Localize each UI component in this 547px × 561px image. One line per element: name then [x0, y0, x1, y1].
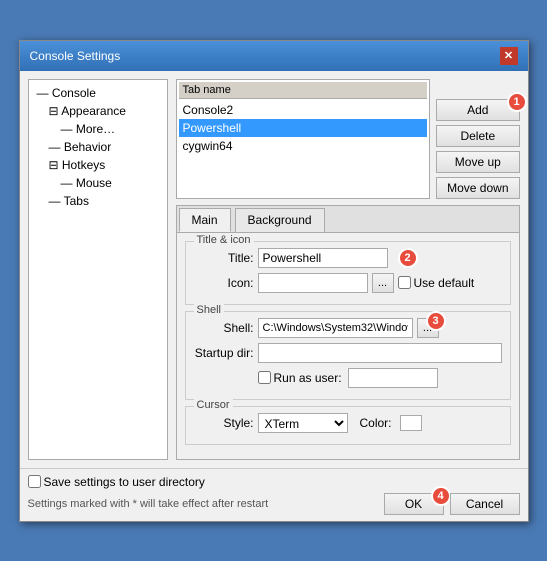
- title-input[interactable]: [258, 248, 388, 268]
- cursor-style-row: Style: XTerm Block Underline Color:: [194, 413, 502, 433]
- title-icon-label: Title & icon: [194, 234, 254, 246]
- right-panel: Tab name Console2 Powershell cygwin64 Ad…: [176, 79, 520, 460]
- tab-main-content: Title & icon Title: 2 Icon: ...: [177, 233, 519, 459]
- tree-item-mouse[interactable]: — Mouse: [33, 174, 163, 192]
- startup-input[interactable]: [258, 343, 502, 363]
- tab-background[interactable]: Background: [235, 208, 325, 232]
- settings-tabs-panel: Main Background Title & icon Title: 2 Ic…: [176, 205, 520, 460]
- color-label: Color:: [360, 416, 392, 430]
- add-tab-button[interactable]: Add 1: [436, 99, 519, 121]
- run-as-label: Run as user:: [258, 371, 342, 385]
- title-bar: Console Settings ✕: [20, 41, 528, 71]
- move-up-button[interactable]: Move up: [436, 151, 519, 173]
- tab-name-header: Tab name: [179, 82, 428, 99]
- tab-main[interactable]: Main: [179, 208, 231, 232]
- tab-name-box: Tab name Console2 Powershell cygwin64: [176, 79, 431, 199]
- tree-item-more[interactable]: — More…: [33, 120, 163, 138]
- save-settings-label: Save settings to user directory: [28, 475, 205, 489]
- footer-bottom: Settings marked with * will take effect …: [28, 493, 520, 515]
- tab-name-item-cygwin64[interactable]: cygwin64: [179, 137, 428, 155]
- icon-browse-button[interactable]: ...: [372, 273, 394, 293]
- cursor-color-box[interactable]: [400, 415, 422, 431]
- tree-item-tabs[interactable]: — Tabs: [33, 192, 163, 210]
- cursor-style-label: Style:: [194, 416, 254, 430]
- tab-name-item-console2[interactable]: Console2: [179, 101, 428, 119]
- tree-item-console[interactable]: — Console: [33, 84, 163, 102]
- cursor-style-select[interactable]: XTerm Block Underline: [258, 413, 348, 433]
- run-as-checkbox[interactable]: [258, 371, 271, 384]
- ok-badge: 4: [431, 486, 451, 506]
- shell-section: Shell Shell: ... 3 Startup dir:: [185, 311, 511, 400]
- startup-row: Startup dir:: [194, 343, 502, 363]
- run-as-row: Run as user:: [194, 368, 502, 388]
- dialog-title: Console Settings: [30, 49, 121, 63]
- startup-field-label: Startup dir:: [194, 346, 254, 360]
- shell-field-label: Shell:: [194, 321, 254, 335]
- console-settings-dialog: Console Settings ✕ — Console ⊟ Appearanc…: [19, 40, 529, 522]
- close-button[interactable]: ✕: [500, 47, 518, 65]
- footer-buttons: OK 4 Cancel: [384, 493, 520, 515]
- dialog-body: — Console ⊟ Appearance — More… — Behavio…: [20, 71, 528, 468]
- save-settings-checkbox[interactable]: [28, 475, 41, 488]
- title-row: Title: 2: [194, 248, 502, 268]
- cancel-button[interactable]: Cancel: [450, 493, 520, 515]
- tree-item-behavior[interactable]: — Behavior: [33, 138, 163, 156]
- icon-row: Icon: ... Use default: [194, 273, 502, 293]
- cursor-section-label: Cursor: [194, 399, 233, 411]
- move-down-button[interactable]: Move down: [436, 177, 519, 199]
- delete-tab-button[interactable]: Delete: [436, 125, 519, 147]
- shell-section-label: Shell: [194, 304, 224, 316]
- use-default-label: Use default: [398, 276, 475, 290]
- tree-item-appearance[interactable]: ⊟ Appearance: [33, 102, 163, 120]
- title-field-label: Title:: [194, 251, 254, 265]
- tabs-header: Main Background: [177, 206, 519, 233]
- icon-field-label: Icon:: [194, 276, 254, 290]
- tree-item-hotkeys[interactable]: ⊟ Hotkeys: [33, 156, 163, 174]
- footer-note: Settings marked with * will take effect …: [28, 498, 269, 510]
- title-badge: 2: [398, 248, 418, 268]
- shell-input[interactable]: [258, 318, 413, 338]
- cursor-section: Cursor Style: XTerm Block Underline Colo…: [185, 406, 511, 445]
- tab-list-area: Tab name Console2 Powershell cygwin64 Ad…: [176, 79, 520, 199]
- settings-tree: — Console ⊟ Appearance — More… — Behavio…: [28, 79, 168, 460]
- ok-button[interactable]: OK 4: [384, 493, 444, 515]
- tab-name-item-powershell[interactable]: Powershell: [179, 119, 428, 137]
- add-badge: 1: [507, 92, 527, 112]
- use-default-checkbox[interactable]: [398, 276, 411, 289]
- dialog-footer: Save settings to user directory Settings…: [20, 468, 528, 521]
- title-icon-section: Title & icon Title: 2 Icon: ...: [185, 241, 511, 305]
- shell-row: Shell: ... 3: [194, 318, 502, 338]
- shell-browse-button[interactable]: ... 3: [417, 318, 439, 338]
- shell-browse-badge: 3: [426, 311, 446, 331]
- run-as-input[interactable]: [348, 368, 438, 388]
- tab-action-buttons: Add 1 Delete Move up Move down: [436, 79, 519, 199]
- icon-input[interactable]: [258, 273, 368, 293]
